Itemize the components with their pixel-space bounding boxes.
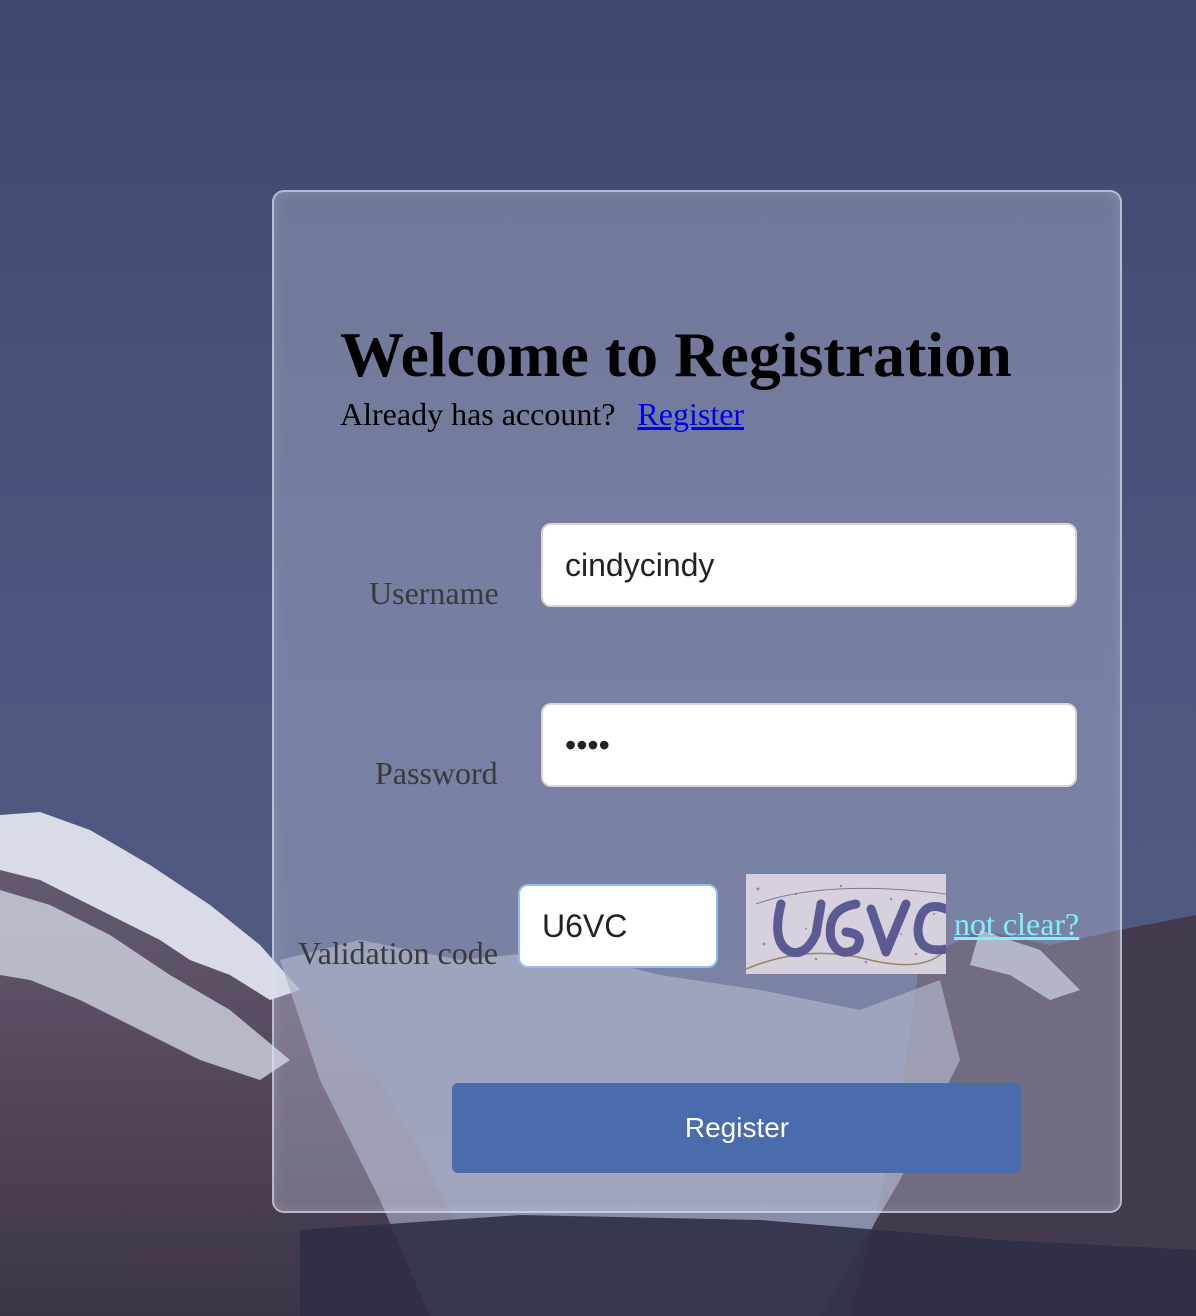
refresh-captcha-link[interactable]: not clear? [954,906,1079,943]
password-label: Password [375,755,498,791]
username-label: Username [369,575,499,611]
page-title: Welcome to Registration [340,319,1012,390]
register-button[interactable]: Register [452,1083,1022,1173]
captcha-image[interactable] [746,874,946,974]
username-input[interactable] [541,523,1077,607]
register-link[interactable]: Register [637,396,744,432]
account-prompt-text: Already has account? [340,396,616,432]
password-input[interactable] [541,703,1077,787]
account-prompt: Already has account? Register [340,396,744,433]
validation-code-input[interactable] [518,884,718,968]
validation-code-label: Validation code [298,935,498,971]
